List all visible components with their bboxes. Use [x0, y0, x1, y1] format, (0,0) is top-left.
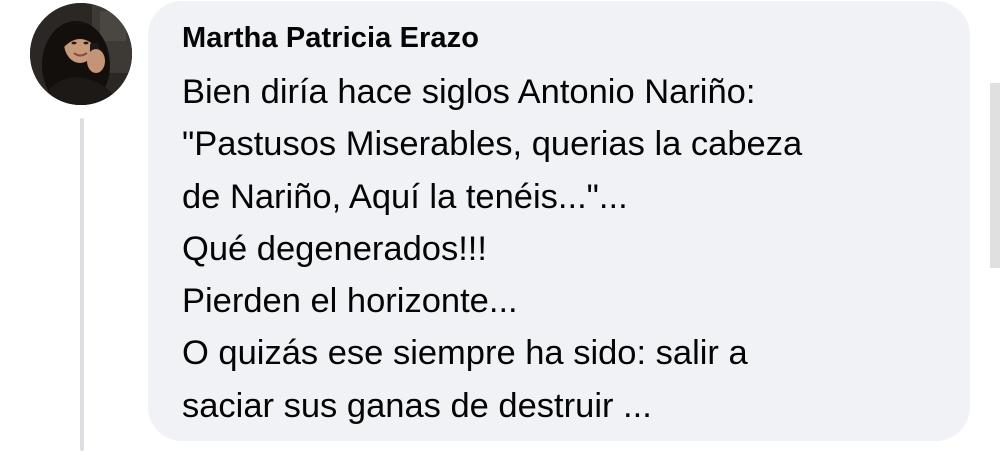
reply-thread-line — [80, 118, 84, 451]
comment-text-line: saciar sus ganas de destruir ... — [182, 386, 652, 425]
avatar-photo — [30, 3, 132, 105]
commenter-avatar[interactable] — [30, 3, 132, 105]
scrollbar-thumb[interactable] — [990, 83, 1000, 268]
comment-text-line: de Nariño, Aquí la tenéis..."... — [182, 177, 628, 216]
comment-text-line: Bien diría hace siglos Antonio Nariño: — [182, 73, 756, 111]
comment-text: Bien diría hace siglos Antonio Nariño: "… — [182, 66, 942, 432]
comment-text-line: Qué degenerados!!! — [182, 229, 487, 268]
comment-text-line: Pierden el horizonte... — [182, 282, 518, 321]
comment-text-line: "Pastusos Miserables, querias la cabeza — [182, 125, 803, 164]
comment-text-line: O quizás ese siempre ha sido: salir a — [182, 334, 748, 373]
comment-author-name[interactable]: Martha Patricia Erazo — [182, 22, 479, 55]
